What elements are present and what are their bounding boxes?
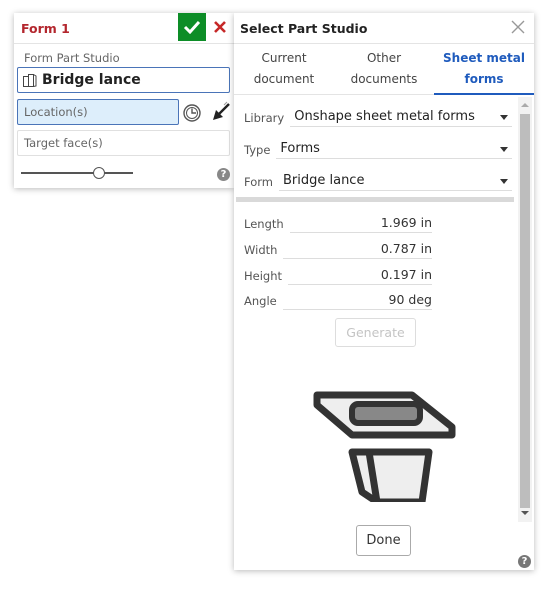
scroll-down-icon[interactable] bbox=[521, 511, 529, 515]
direction-arrow-icon[interactable] bbox=[210, 101, 232, 123]
library-label: Library bbox=[244, 111, 285, 125]
angle-label: Angle bbox=[244, 294, 277, 308]
locations-field[interactable]: Location(s) bbox=[17, 99, 179, 125]
form-label: Form bbox=[244, 175, 273, 189]
x-icon bbox=[214, 21, 226, 33]
form-part-studio-field[interactable]: Bridge lance bbox=[17, 67, 230, 93]
width-field[interactable]: Width 0.787 in bbox=[244, 237, 432, 259]
caret-down-icon bbox=[500, 115, 508, 120]
tab-label-line2: documents bbox=[350, 72, 418, 86]
form-value: Bridge lance bbox=[282, 173, 365, 188]
scroll-thumb[interactable] bbox=[520, 114, 530, 508]
tab-current-document[interactable]: Current document bbox=[234, 44, 334, 94]
form-part-studio-value: Bridge lance bbox=[42, 72, 141, 88]
select-part-studio-dialog: Select Part Studio Current document Other… bbox=[234, 13, 534, 570]
forms-content: Library Onshape sheet metal forms Type F… bbox=[234, 97, 518, 522]
scroll-up-icon[interactable] bbox=[521, 103, 529, 107]
history-icon[interactable] bbox=[182, 103, 202, 123]
tab-label-line2: document bbox=[253, 72, 315, 86]
vertical-scrollbar[interactable] bbox=[518, 97, 532, 522]
type-value: Forms bbox=[280, 141, 320, 156]
length-value[interactable]: 1.969 in bbox=[289, 215, 432, 233]
dialog-title: Select Part Studio bbox=[240, 21, 368, 36]
dialog-header: Select Part Studio bbox=[234, 13, 534, 44]
type-select[interactable]: Type Forms bbox=[244, 137, 512, 159]
length-field[interactable]: Length 1.969 in bbox=[244, 211, 432, 233]
tab-label-line1: Sheet metal bbox=[443, 51, 525, 65]
feature-header: Form 1 bbox=[14, 13, 234, 44]
width-label: Width bbox=[244, 243, 278, 257]
help-icon[interactable]: ? bbox=[217, 168, 230, 181]
checkmark-icon bbox=[183, 20, 201, 34]
form-feature-panel: Form 1 Form Part Studio Bridge lance Loc… bbox=[14, 13, 234, 188]
tab-label-line1: Current bbox=[261, 51, 307, 65]
angle-value[interactable]: 90 deg bbox=[282, 292, 432, 310]
library-value: Onshape sheet metal forms bbox=[294, 109, 475, 124]
close-icon[interactable] bbox=[510, 19, 526, 35]
height-label: Height bbox=[244, 269, 283, 283]
target-faces-placeholder: Target face(s) bbox=[24, 136, 103, 150]
width-value[interactable]: 0.787 in bbox=[283, 241, 432, 259]
form-part-studio-label: Form Part Studio bbox=[24, 51, 120, 65]
slider-thumb[interactable] bbox=[93, 167, 105, 179]
type-label: Type bbox=[244, 143, 271, 157]
form-select[interactable]: Form Bridge lance bbox=[244, 169, 512, 191]
section-divider bbox=[236, 197, 514, 202]
help-icon[interactable]: ? bbox=[518, 555, 531, 568]
generate-button[interactable]: Generate bbox=[335, 318, 416, 347]
feature-title: Form 1 bbox=[21, 21, 70, 36]
tab-bar: Current document Other documents Sheet met… bbox=[234, 44, 534, 95]
done-button[interactable]: Done bbox=[356, 525, 411, 556]
tab-other-documents[interactable]: Other documents bbox=[334, 44, 434, 94]
caret-down-icon bbox=[500, 179, 508, 184]
length-label: Length bbox=[244, 217, 284, 231]
accept-button[interactable] bbox=[178, 13, 206, 41]
feature-slider[interactable] bbox=[21, 166, 133, 180]
slider-track bbox=[21, 172, 133, 174]
bridge-lance-preview-icon bbox=[313, 391, 456, 502]
locations-placeholder: Location(s) bbox=[24, 105, 88, 119]
height-field[interactable]: Height 0.197 in bbox=[244, 263, 432, 285]
tab-label-line2: forms bbox=[464, 72, 504, 86]
angle-field[interactable]: Angle 90 deg bbox=[244, 288, 432, 310]
part-studio-icon bbox=[23, 74, 37, 87]
tab-label-line1: Other bbox=[366, 51, 402, 65]
caret-down-icon bbox=[500, 147, 508, 152]
height-value[interactable]: 0.197 in bbox=[288, 267, 432, 285]
library-select[interactable]: Library Onshape sheet metal forms bbox=[244, 105, 512, 127]
target-faces-field[interactable]: Target face(s) bbox=[17, 130, 230, 156]
cancel-button[interactable] bbox=[212, 17, 228, 37]
tab-sheet-metal-forms[interactable]: Sheet metal forms bbox=[434, 44, 534, 95]
